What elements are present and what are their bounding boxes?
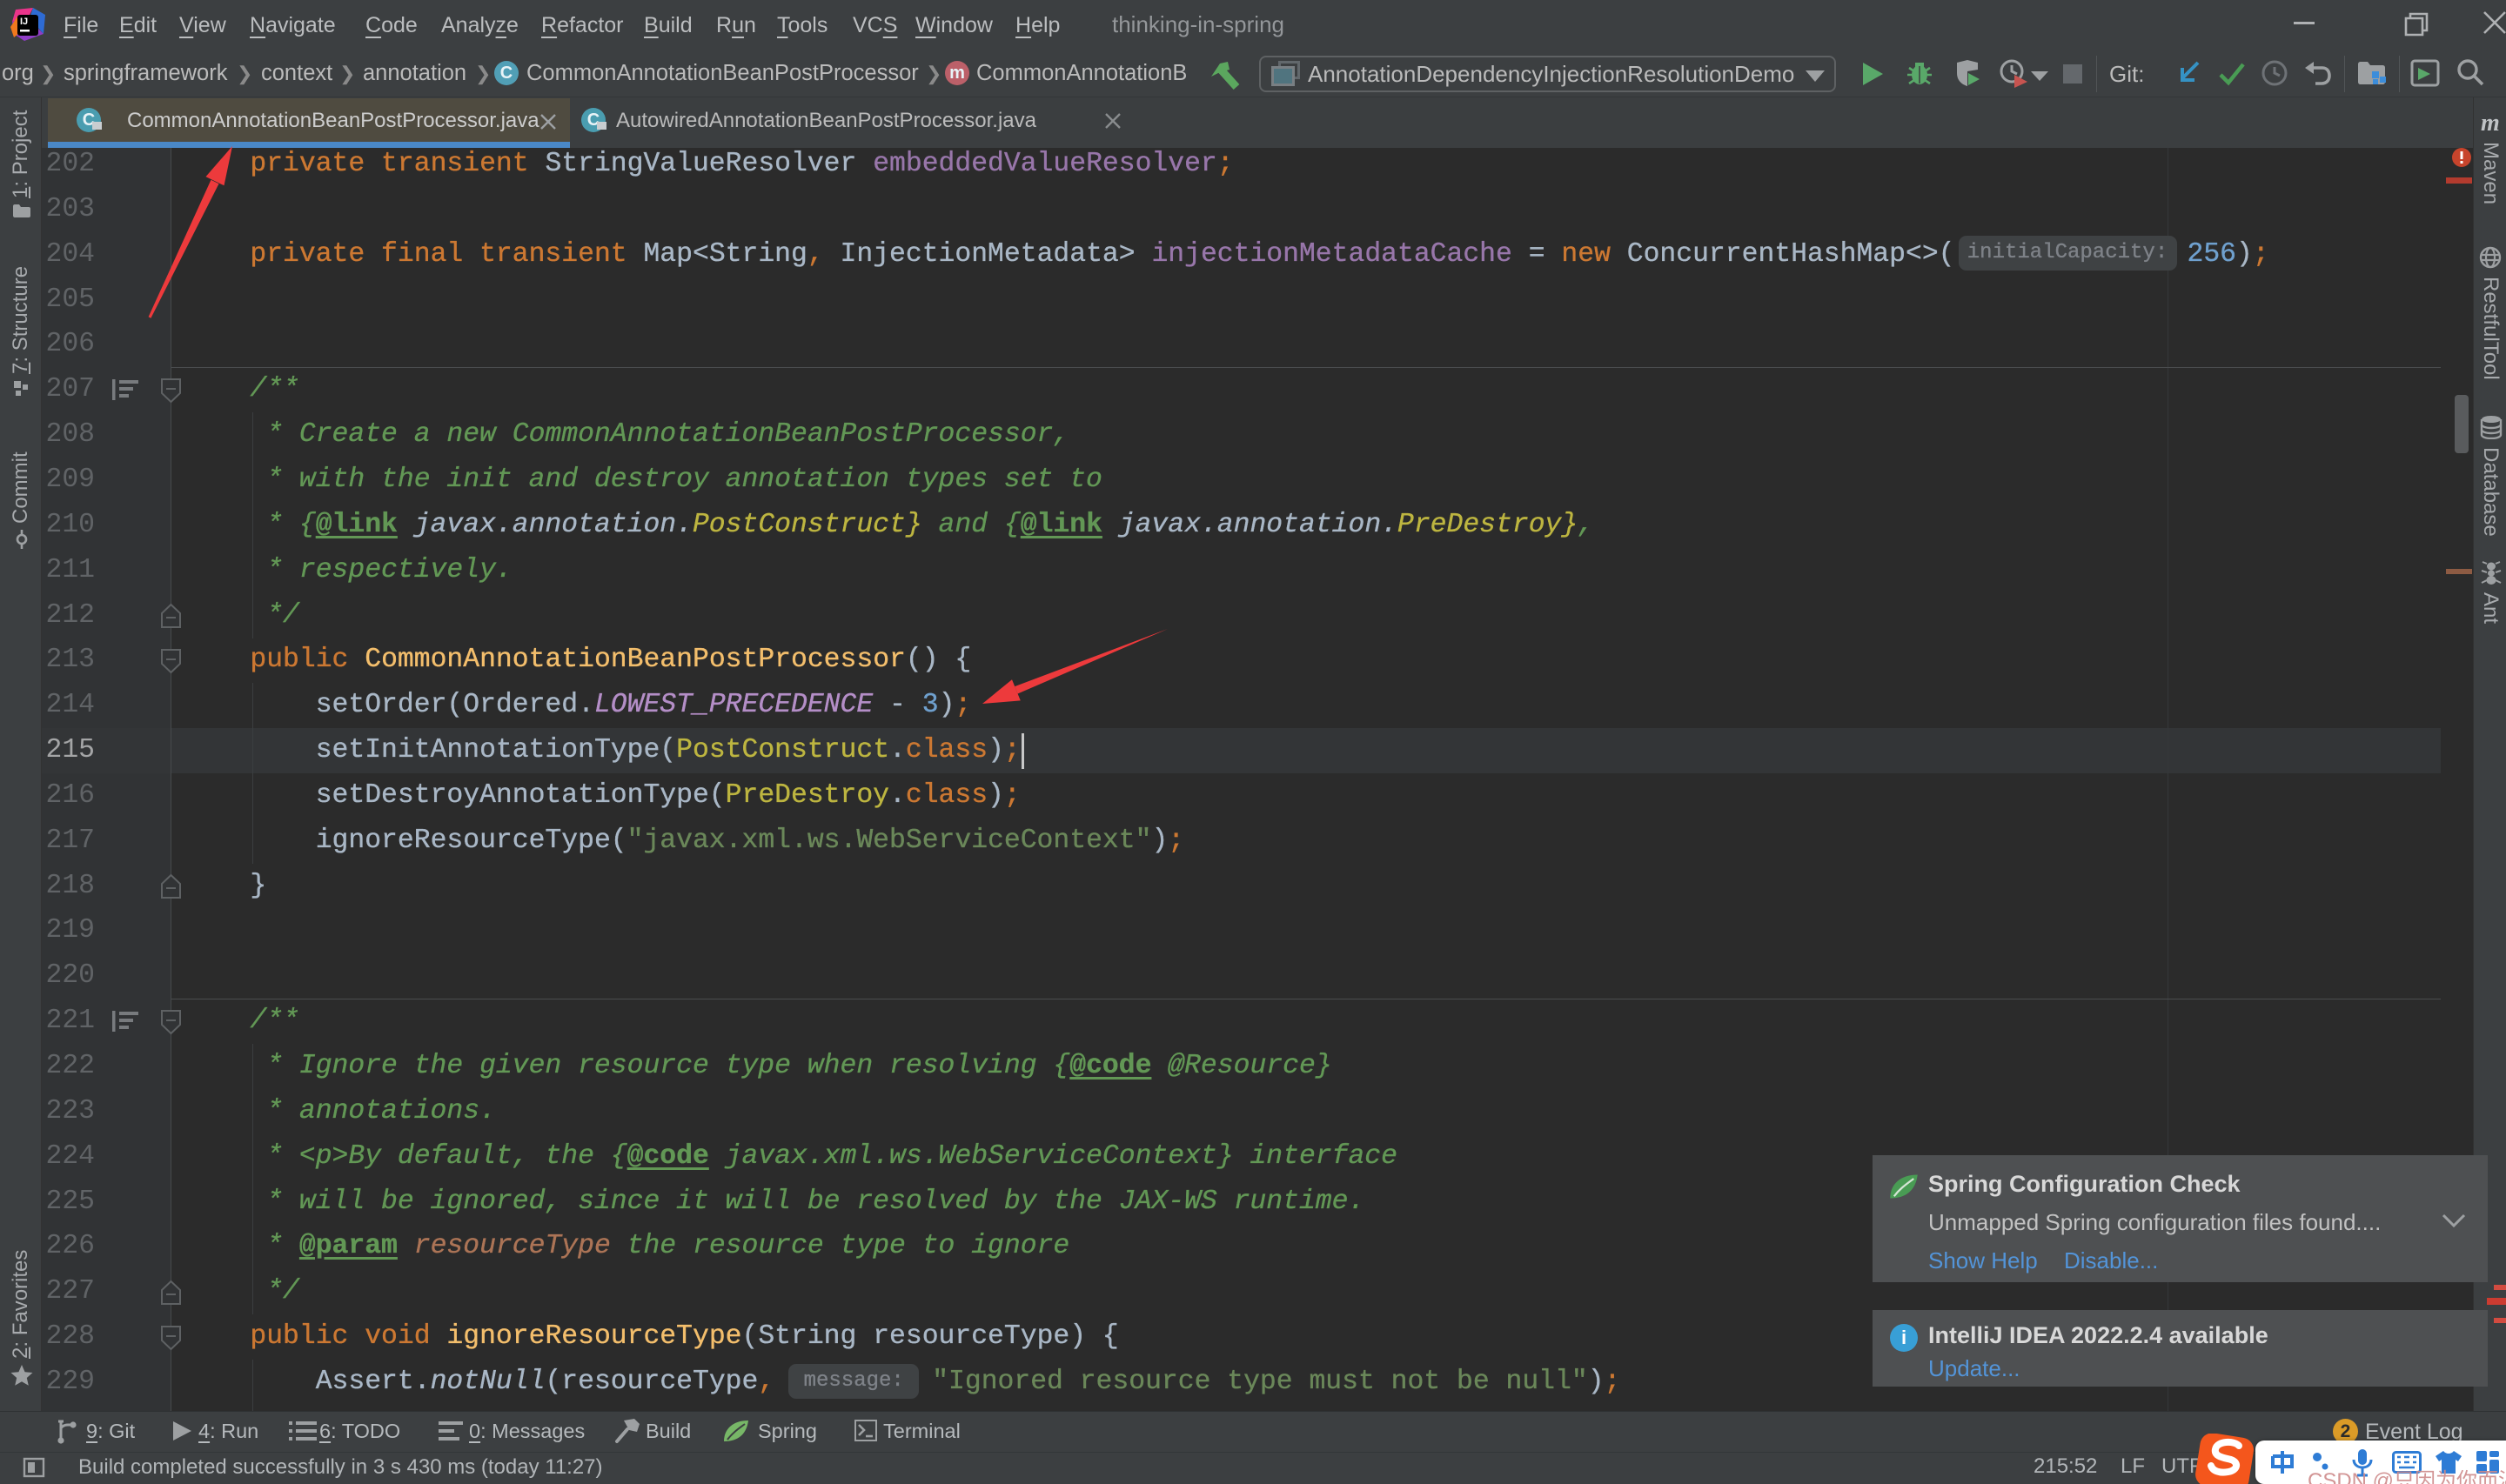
svg-text:IJ: IJ (20, 17, 28, 27)
